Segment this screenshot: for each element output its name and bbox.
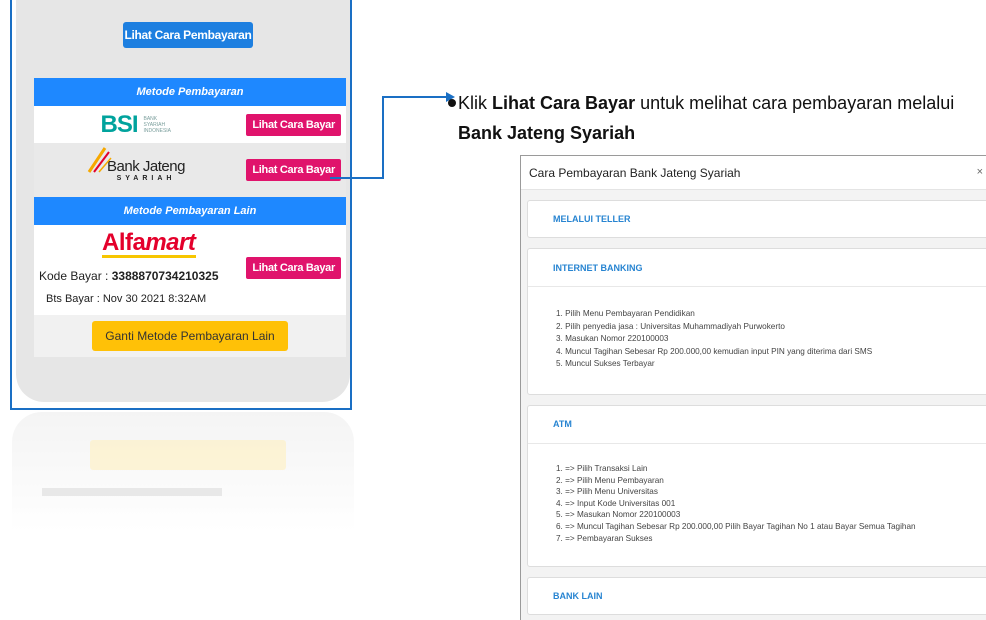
accordion-bank-lain-title[interactable]: BANK LAIN: [528, 578, 986, 614]
internet-banking-steps: 1. Pilih Menu Pembayaran Pendidikan 2. P…: [528, 287, 986, 394]
list-item: 3. Masukan Nomor 220100003: [556, 334, 669, 344]
modal-header: Cara Pembayaran Bank Jateng Syariah ×: [521, 156, 986, 190]
instruction-part1: Klik: [458, 93, 493, 113]
list-item: 5. => Masukan Nomor 220100003: [556, 510, 681, 520]
list-item: 1. Pilih Menu Pembayaran Pendidikan: [556, 309, 695, 318]
list-item: 2. Pilih penyedia jasa : Universitas Muh…: [556, 321, 785, 331]
modal-title: Cara Pembayaran Bank Jateng Syariah: [529, 165, 741, 180]
list-item: 4. Muncul Tagihan Sebesar Rp 200.000,00 …: [556, 346, 873, 356]
atm-steps: 1. => Pilih Transaksi Lain 2. => Pilih M…: [528, 444, 986, 566]
accordion-bank-lain[interactable]: BANK LAIN: [527, 577, 986, 616]
list-item: 3. => Pilih Menu Universitas: [556, 487, 658, 497]
accordion-atm[interactable]: ATM 1. => Pilih Transaksi Lain 2. => Pil…: [527, 404, 986, 568]
accordion-internet-banking[interactable]: INTERNET BANKING 1. Pilih Menu Pembayara…: [527, 248, 986, 395]
instruction-text: Klik Lihat Cara Bayar untuk melihat cara…: [448, 88, 978, 148]
cara-pembayaran-modal: Cara Pembayaran Bank Jateng Syariah × ME…: [520, 155, 986, 620]
list-item: 1. => Pilih Transaksi Lain: [556, 463, 648, 473]
close-icon[interactable]: ×: [977, 166, 983, 178]
accordion-atm-title[interactable]: ATM: [528, 406, 986, 444]
list-item: 4. => Input Kode Universitas 001: [556, 498, 676, 508]
list-item: 7. => Pembayaran Sukses: [556, 533, 653, 543]
list-item: 6. => Muncul Tagihan Sebesar Rp 200.000,…: [556, 521, 916, 531]
instruction-bold1: Lihat Cara Bayar: [492, 93, 636, 113]
instruction-bold2: Bank Jateng Syariah: [458, 123, 636, 143]
list-item: 5. Muncul Sukses Terbayar: [556, 359, 655, 369]
accordion-internet-banking-title[interactable]: INTERNET BANKING: [528, 249, 986, 287]
list-item: 2. => Pilih Menu Pembayaran: [556, 475, 664, 485]
instruction-part2: untuk melihat cara pembayaran melalui: [635, 93, 955, 113]
accordion-teller[interactable]: MELALUI TELLER: [527, 200, 986, 238]
accordion-teller-title[interactable]: MELALUI TELLER: [528, 201, 986, 237]
modal-body: MELALUI TELLER INTERNET BANKING 1. Pilih…: [521, 190, 986, 620]
bullet-dot: [448, 99, 456, 107]
